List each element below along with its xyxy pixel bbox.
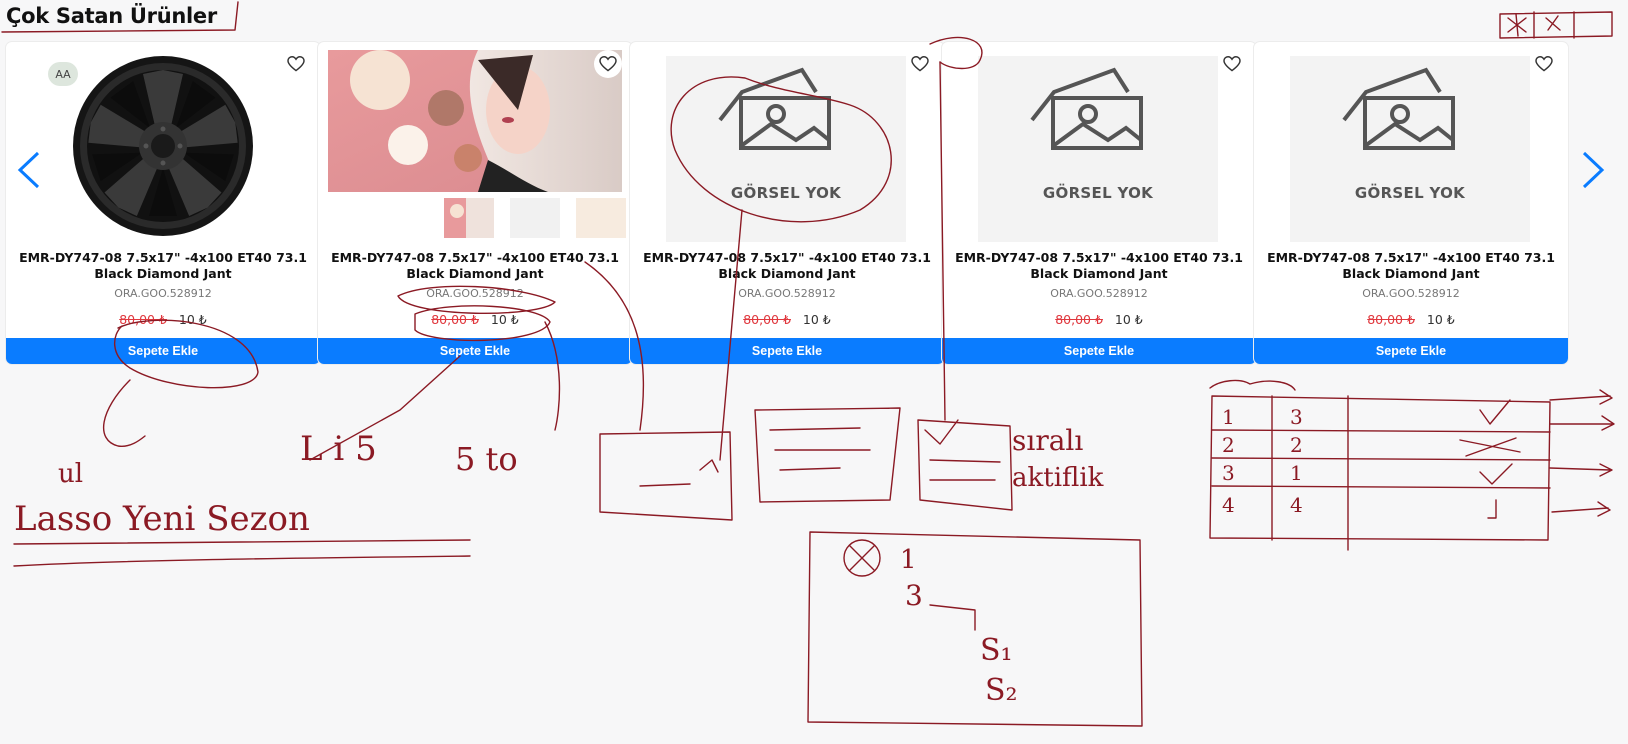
- product-card[interactable]: GÖRSEL YOK EMR-DY747-08 7.5x17" -4x100 E…: [1254, 42, 1568, 364]
- svg-text:3: 3: [1222, 461, 1235, 485]
- add-to-cart-button[interactable]: Sepete Ekle: [942, 338, 1256, 364]
- add-to-cart-button[interactable]: Sepete Ekle: [318, 338, 632, 364]
- add-to-cart-button[interactable]: Sepete Ekle: [630, 338, 944, 364]
- no-image-label: GÖRSEL YOK: [1354, 184, 1466, 202]
- svg-text:3: 3: [905, 579, 923, 612]
- svg-text:4: 4: [1222, 493, 1235, 517]
- product-badge: AA: [48, 62, 78, 86]
- price-row: 80,00 ₺ 10 ₺: [1254, 312, 1568, 327]
- no-image-placeholder: GÖRSEL YOK: [978, 56, 1218, 242]
- price-row: 80,00 ₺ 10 ₺: [318, 312, 632, 327]
- product-name[interactable]: EMR-DY747-08 7.5x17" -4x100 ET40 73.1 Bl…: [1262, 250, 1560, 282]
- product-image[interactable]: GÖRSEL YOK: [952, 50, 1246, 242]
- old-price: 80,00 ₺: [431, 312, 479, 327]
- product-name[interactable]: EMR-DY747-08 7.5x17" -4x100 ET40 73.1 Bl…: [326, 250, 624, 282]
- svg-text:1: 1: [1290, 461, 1303, 485]
- section-title: Çok Satan Ürünler: [6, 4, 217, 28]
- new-price: 10 ₺: [1426, 312, 1455, 327]
- product-name[interactable]: EMR-DY747-08 7.5x17" -4x100 ET40 73.1 Bl…: [638, 250, 936, 282]
- new-price: 10 ₺: [490, 312, 519, 327]
- thumbnail[interactable]: [444, 198, 494, 238]
- favorite-button[interactable]: [594, 50, 622, 78]
- price-row: 80,00 ₺ 10 ₺: [630, 312, 944, 327]
- heart-icon: [1535, 56, 1553, 72]
- product-card[interactable]: GÖRSEL YOK EMR-DY747-08 7.5x17" -4x100 E…: [942, 42, 1256, 364]
- heart-icon: [1223, 56, 1241, 72]
- new-price: 10 ₺: [178, 312, 207, 327]
- image-placeholder-icon: [1342, 67, 1455, 150]
- favorite-button[interactable]: [1218, 50, 1246, 78]
- favorite-button[interactable]: [282, 50, 310, 78]
- product-name[interactable]: EMR-DY747-08 7.5x17" -4x100 ET40 73.1 Bl…: [14, 250, 312, 282]
- old-price: 80,00 ₺: [743, 312, 791, 327]
- product-image[interactable]: GÖRSEL YOK: [640, 50, 934, 242]
- old-price: 80,00 ₺: [1055, 312, 1103, 327]
- svg-text:5 to: 5 to: [455, 440, 518, 478]
- svg-text:2: 2: [1222, 433, 1235, 457]
- product-card[interactable]: GÖRSEL YOK EMR-DY747-08 7.5x17" -4x100 E…: [630, 42, 944, 364]
- old-price: 80,00 ₺: [1367, 312, 1415, 327]
- product-sku: ORA.GOO.528912: [738, 287, 836, 300]
- svg-text:S₂: S₂: [985, 673, 1018, 708]
- svg-text:aktiflik: aktiflik: [1012, 463, 1104, 493]
- image-placeholder-icon: [718, 67, 831, 150]
- thumbnail[interactable]: [510, 198, 560, 238]
- favorite-button[interactable]: [1530, 50, 1558, 78]
- heart-icon: [599, 56, 617, 72]
- svg-text:ul: ul: [58, 459, 83, 489]
- product-card[interactable]: EMR-DY747-08 7.5x17" -4x100 ET40 73.1 Bl…: [318, 42, 632, 364]
- product-name[interactable]: EMR-DY747-08 7.5x17" -4x100 ET40 73.1 Bl…: [950, 250, 1248, 282]
- new-price: 10 ₺: [1114, 312, 1143, 327]
- product-sku: ORA.GOO.528912: [1362, 287, 1460, 300]
- svg-text:1: 1: [1222, 405, 1235, 429]
- heart-icon: [911, 56, 929, 72]
- svg-text:Lasso Yeni Sezon: Lasso Yeni Sezon: [14, 499, 310, 539]
- old-price: 80,00 ₺: [119, 312, 167, 327]
- svg-text:2: 2: [1290, 433, 1303, 457]
- no-image-label: GÖRSEL YOK: [1042, 184, 1154, 202]
- no-image-label: GÖRSEL YOK: [730, 184, 842, 202]
- image-placeholder-icon: [1030, 67, 1143, 150]
- no-image-placeholder: GÖRSEL YOK: [1290, 56, 1530, 242]
- add-to-cart-button[interactable]: Sepete Ekle: [1254, 338, 1568, 364]
- heart-icon: [287, 56, 305, 72]
- product-sku: ORA.GOO.528912: [114, 287, 212, 300]
- svg-text:1: 1: [900, 545, 917, 575]
- product-image[interactable]: GÖRSEL YOK: [1264, 50, 1558, 242]
- woman-photo: [328, 50, 622, 192]
- price-row: 80,00 ₺ 10 ₺: [942, 312, 1256, 327]
- thumbnail-strip: [444, 198, 626, 238]
- svg-text:3: 3: [1290, 405, 1303, 429]
- add-to-cart-button[interactable]: Sepete Ekle: [6, 338, 320, 364]
- svg-text:sıralı: sıralı: [1012, 424, 1083, 457]
- product-card[interactable]: AA EMR-DY747-08 7.5x17" -4x100 ET40 73.1…: [6, 42, 320, 364]
- favorite-button[interactable]: [906, 50, 934, 78]
- product-sku: ORA.GOO.528912: [426, 287, 524, 300]
- no-image-placeholder: GÖRSEL YOK: [666, 56, 906, 242]
- svg-text:S₁: S₁: [980, 633, 1013, 668]
- new-price: 10 ₺: [802, 312, 831, 327]
- carousel-prev-button[interactable]: [14, 150, 44, 190]
- svg-text:L i 5: L i 5: [300, 429, 377, 469]
- chevron-left-icon: [17, 151, 40, 189]
- product-sku: ORA.GOO.528912: [1050, 287, 1148, 300]
- chevron-right-icon: [1582, 151, 1605, 189]
- thumbnail[interactable]: [576, 198, 626, 238]
- carousel-next-button[interactable]: [1578, 150, 1608, 190]
- svg-text:4: 4: [1290, 493, 1303, 517]
- price-row: 80,00 ₺ 10 ₺: [6, 312, 320, 327]
